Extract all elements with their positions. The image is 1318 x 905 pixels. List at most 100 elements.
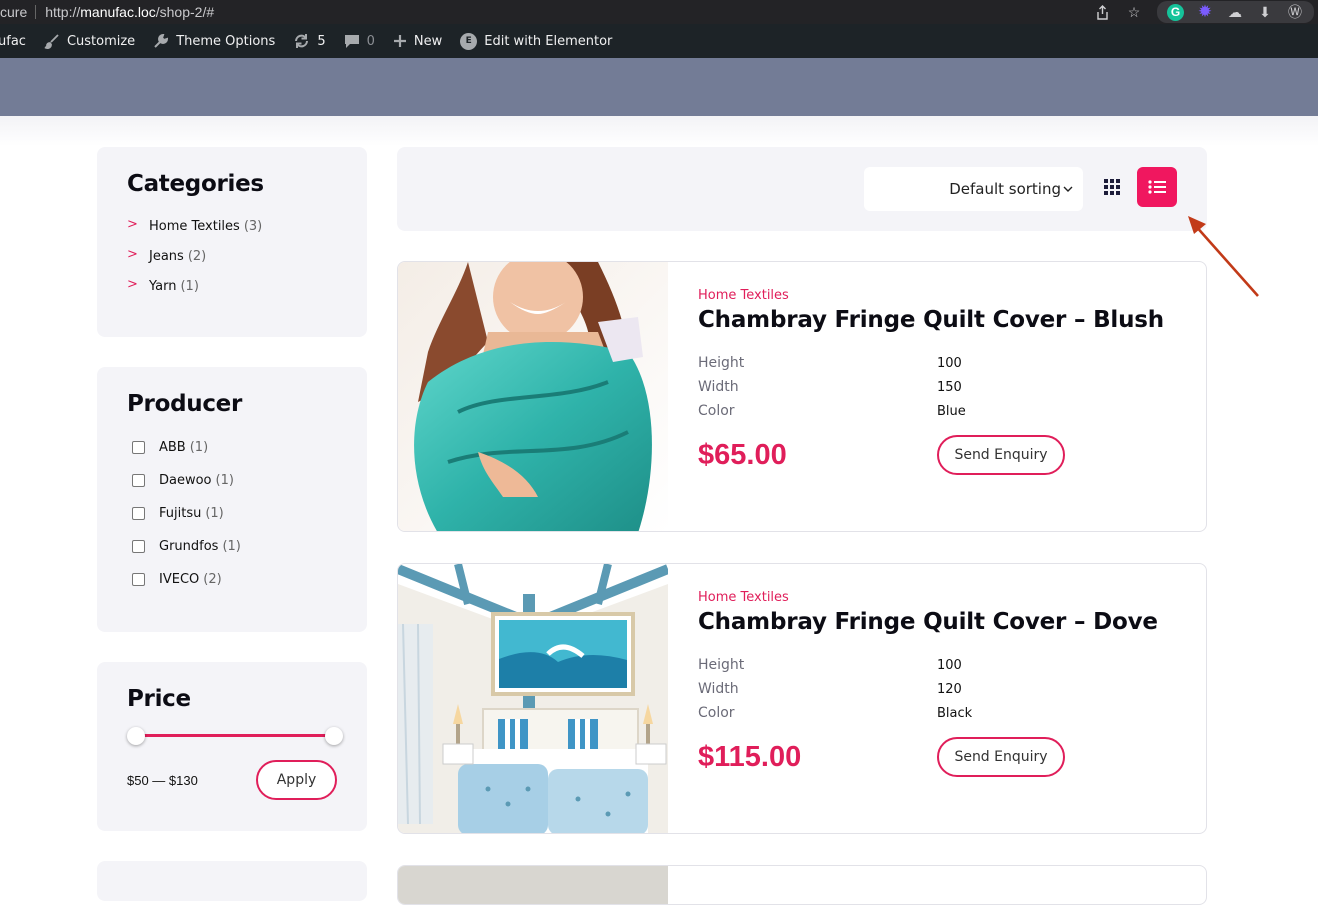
producer-filter-item[interactable]: Daewoo (1)	[127, 464, 337, 497]
browser-toolbar: cure http://manufac.loc/shop-2/# ☆ G ✹ ☁…	[0, 0, 1318, 24]
category-name[interactable]: Jeans	[149, 249, 184, 264]
extensions-group: G ✹ ☁ ⬇ Ⓦ	[1157, 1, 1314, 23]
category-name[interactable]: Yarn	[149, 279, 176, 294]
admin-new[interactable]: New	[393, 34, 442, 49]
download-icon[interactable]: ⬇	[1256, 3, 1274, 21]
product-card: Home Textiles Chambray Fringe Quilt Cove…	[397, 261, 1207, 532]
producer-count: (2)	[203, 572, 222, 587]
new-label: New	[413, 33, 443, 49]
extension-gear-icon[interactable]: ✹	[1196, 2, 1214, 21]
producer-filter-item[interactable]: ABB (1)	[127, 431, 337, 464]
producer-widget: Producer ABB (1) Daewoo (1) Fujitsu (1) …	[97, 367, 367, 632]
list-view-button[interactable]	[1137, 167, 1177, 207]
admin-theme-options[interactable]: Theme Options	[153, 33, 275, 49]
attribute-value: 120	[937, 681, 962, 697]
producer-checkbox[interactable]	[132, 540, 145, 553]
url-path: /shop-2/#	[155, 4, 215, 20]
sorting-select[interactable]: Default sorting	[864, 167, 1083, 211]
producer-count: (1)	[215, 473, 234, 488]
plus-icon	[393, 34, 407, 48]
attribute-value: 150	[937, 379, 962, 395]
paintbrush-icon	[44, 33, 60, 49]
producer-name: ABB	[159, 440, 186, 455]
bookmark-star-icon[interactable]: ☆	[1125, 3, 1143, 21]
product-title[interactable]: Chambray Fringe Quilt Cover – Blush	[698, 307, 1188, 333]
product-image[interactable]	[398, 262, 668, 531]
address-bar[interactable]: cure http://manufac.loc/shop-2/#	[0, 4, 214, 20]
producer-checkbox[interactable]	[132, 507, 145, 520]
security-label: cure	[0, 4, 28, 20]
categories-title: Categories	[127, 171, 264, 197]
attribute-row: Height 100	[698, 351, 1188, 375]
send-enquiry-button[interactable]: Send Enquiry	[937, 737, 1065, 777]
attribute-label: Height	[698, 355, 745, 371]
customize-label: Customize	[66, 33, 136, 49]
product-details: Home Textiles Chambray Fringe Quilt Cove…	[698, 590, 1188, 777]
page-header-banner	[0, 58, 1318, 116]
producer-count: (1)	[222, 539, 241, 554]
next-widget	[97, 861, 367, 901]
producer-checkbox[interactable]	[132, 474, 145, 487]
product-image[interactable]	[398, 564, 668, 833]
producer-filter-item[interactable]: Fujitsu (1)	[127, 497, 337, 530]
product-category-link[interactable]: Home Textiles	[698, 590, 1188, 605]
producer-filter-item[interactable]: Grundfos (1)	[127, 530, 337, 563]
attribute-row: Width 120	[698, 677, 1188, 701]
admin-elementor[interactable]: E Edit with Elementor	[460, 32, 613, 50]
theme-options-label: Theme Options	[176, 33, 276, 49]
producer-name: Fujitsu	[159, 506, 202, 521]
attribute-label: Width	[698, 681, 739, 697]
producer-checkbox[interactable]	[132, 573, 145, 586]
apply-button[interactable]: Apply	[256, 760, 337, 800]
categories-widget: Categories > Home Textiles (3) > Jeans (…	[97, 147, 367, 337]
product-attributes: Height 100 Width 120 Color Black	[698, 653, 1188, 725]
attribute-value: Black	[937, 705, 973, 721]
product-category-link[interactable]: Home Textiles	[698, 288, 1188, 303]
category-item[interactable]: > Home Textiles (3)	[127, 211, 337, 241]
category-count: (1)	[180, 278, 199, 294]
grammarly-icon[interactable]: G	[1167, 3, 1184, 21]
category-name[interactable]: Home Textiles	[149, 219, 240, 234]
product-card: Home Textiles Chambray Fringe Quilt Cove…	[397, 563, 1207, 834]
send-enquiry-button[interactable]: Send Enquiry	[937, 435, 1065, 475]
admin-customize[interactable]: Customize	[44, 33, 135, 49]
producer-filter-item[interactable]: IVECO (2)	[127, 563, 337, 596]
category-count: (3)	[243, 218, 263, 234]
attribute-label: Color	[698, 705, 735, 721]
product-title[interactable]: Chambray Fringe Quilt Cover – Dove	[698, 609, 1188, 635]
producer-name: IVECO	[159, 572, 200, 587]
slider-max-handle[interactable]	[325, 727, 343, 745]
producer-checkbox[interactable]	[132, 441, 145, 454]
product-price: $65.00	[698, 438, 787, 471]
share-icon[interactable]	[1093, 3, 1111, 21]
admin-updates[interactable]: 5	[293, 33, 326, 49]
refresh-icon	[293, 33, 310, 49]
grid-view-button[interactable]	[1097, 167, 1127, 207]
category-item[interactable]: > Yarn (1)	[127, 271, 337, 301]
attribute-value: 100	[937, 355, 962, 371]
elementor-icon: E	[460, 32, 478, 50]
attribute-value: Blue	[937, 403, 966, 419]
shop-toolbar: Default sorting	[397, 147, 1207, 231]
price-range-slider[interactable]	[127, 726, 343, 746]
slider-min-handle[interactable]	[127, 727, 145, 745]
wordpress-icon[interactable]: Ⓦ	[1286, 3, 1304, 21]
category-item[interactable]: > Jeans (2)	[127, 241, 337, 271]
banner-fade	[0, 116, 1318, 146]
elementor-label: Edit with Elementor	[484, 33, 613, 49]
attribute-row: Width 150	[698, 375, 1188, 399]
attribute-row: Height 100	[698, 653, 1188, 677]
grid-icon	[1104, 179, 1120, 195]
admin-comments[interactable]: 0	[344, 34, 375, 49]
product-image[interactable]	[398, 866, 668, 904]
attribute-label: Width	[698, 379, 739, 395]
extension-cloud-icon[interactable]: ☁	[1226, 3, 1244, 21]
chevron-right-icon: >	[127, 276, 138, 292]
product-card	[397, 865, 1207, 905]
url-host: manufac.loc	[80, 4, 156, 20]
admin-site-name[interactable]: ufac	[0, 34, 26, 49]
attribute-label: Height	[698, 657, 745, 673]
comment-icon	[344, 34, 360, 49]
producer-title: Producer	[127, 391, 243, 417]
url-prefix: http://	[45, 4, 81, 20]
